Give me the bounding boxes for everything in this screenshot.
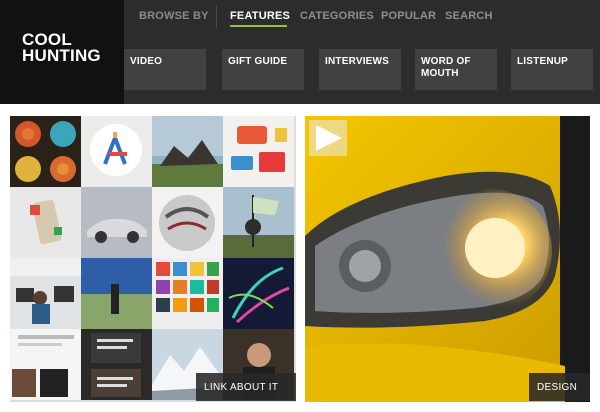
tile-image <box>15 121 76 182</box>
nav-link-features[interactable]: FEATURES <box>230 10 290 22</box>
mosaic-tile-lights[interactable] <box>223 258 294 329</box>
subnav-label: LISTENUP <box>517 56 569 67</box>
nav-divider <box>216 6 217 28</box>
subnav-gift-guide-button[interactable]: GIFT GUIDE <box>222 49 304 90</box>
subnav-listenup-button[interactable]: LISTENUP <box>511 49 593 90</box>
subnav-label: WORD OF MOUTH <box>421 56 471 79</box>
mosaic-tile-building[interactable] <box>152 116 223 187</box>
subnav-label: INTERVIEWS <box>325 56 390 67</box>
subnav-interviews-button[interactable]: INTERVIEWS <box>319 49 401 90</box>
mosaic-tile-logo[interactable] <box>81 116 152 187</box>
design-feature-image[interactable] <box>305 116 590 402</box>
subnav-label: GIFT GUIDE <box>228 56 288 67</box>
tile-image <box>90 124 142 176</box>
link-about-it-mosaic[interactable] <box>10 116 296 402</box>
tile-image <box>159 195 215 251</box>
tile-image <box>10 258 81 324</box>
mosaic-tile-flag[interactable] <box>223 187 294 258</box>
mosaic-tile-field[interactable] <box>81 258 152 329</box>
logo-line-2: HUNTING <box>22 46 101 65</box>
tile-image <box>223 195 294 258</box>
subnav-word-of-mouth-button[interactable]: WORD OF MOUTH <box>415 49 497 90</box>
video-play-button[interactable] <box>309 120 347 156</box>
mosaic-tile-sweater[interactable] <box>152 187 223 258</box>
tile-image <box>30 199 62 245</box>
mosaic-tile-article[interactable] <box>10 329 81 400</box>
nav-link-search[interactable]: SEARCH <box>445 10 493 22</box>
play-icon <box>316 125 342 151</box>
subnav-video-button[interactable]: VIDEO <box>124 49 206 90</box>
nav-link-categories[interactable]: CATEGORIES <box>300 10 374 22</box>
tile-image <box>91 333 141 397</box>
mosaic-tile-gadgets[interactable] <box>223 116 294 187</box>
site-header: COOL HUNTING BROWSE BY FEATURES CATEGORI… <box>0 0 600 104</box>
subnav-label: VIDEO <box>130 56 163 67</box>
mosaic-tile-balls[interactable] <box>10 116 81 187</box>
tile-image <box>81 258 152 329</box>
mosaic-tile-covers[interactable] <box>152 258 223 329</box>
browse-by-label: BROWSE BY <box>139 10 209 22</box>
design-label[interactable]: DESIGN <box>529 373 590 401</box>
headlight-image <box>305 116 590 402</box>
tile-image <box>156 262 219 312</box>
mosaic-tile-phone[interactable] <box>10 187 81 258</box>
active-nav-underline <box>230 25 287 27</box>
tile-image <box>12 335 74 397</box>
tile-image <box>152 116 223 187</box>
site-logo[interactable]: COOL HUNTING <box>0 0 124 104</box>
tile-image <box>228 266 290 324</box>
tile-image <box>231 126 287 172</box>
nav-link-popular[interactable]: POPULAR <box>381 10 436 22</box>
mosaic-tile-car[interactable] <box>81 187 152 258</box>
mosaic-tile-book[interactable] <box>81 329 152 400</box>
link-about-it-label[interactable]: LINK ABOUT IT <box>196 373 296 401</box>
mosaic-tile-office[interactable] <box>10 258 81 329</box>
tile-image <box>87 218 147 243</box>
